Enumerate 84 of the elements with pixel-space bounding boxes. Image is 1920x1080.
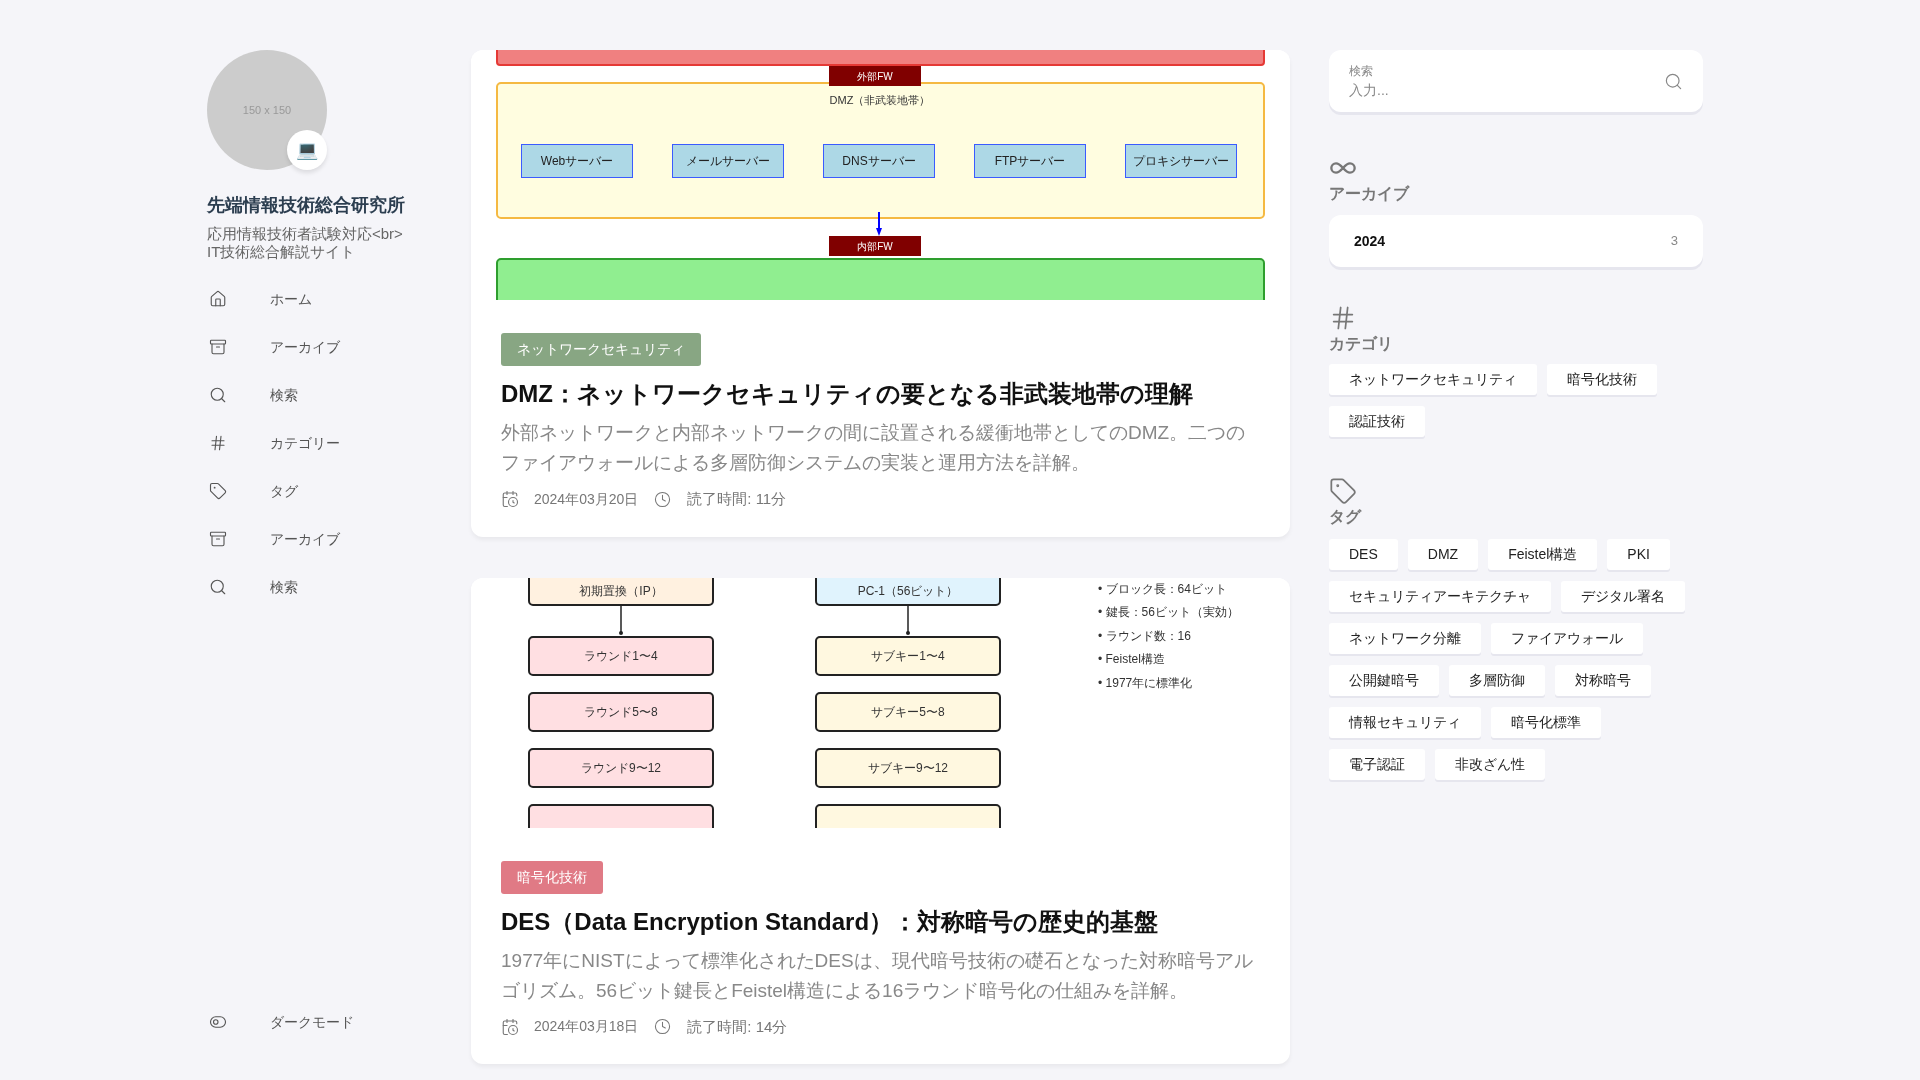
- note-text: • ラウンド数：16: [1098, 627, 1191, 645]
- calendar-icon: [501, 490, 519, 509]
- firewall-node: 外部FW: [829, 66, 921, 86]
- nav-link[interactable]: カテゴリー: [207, 419, 471, 467]
- tag-chip[interactable]: ネットワークセキュリティ: [1329, 364, 1537, 395]
- tag-chip[interactable]: 情報セキュリティ: [1329, 707, 1481, 738]
- flow-node: サブキー1〜4: [815, 635, 1001, 676]
- post-excerpt: 1977年にNISTによって標準化されたDESは、現代暗号技術の礎石となった対称暗号アルゴリズム。56ビット鍵長とFeistel構造による16ラウンド暗号化の仕組みを詳解。: [501, 948, 1254, 1003]
- zone-title: DMZ（非武装地帯）: [828, 93, 932, 108]
- tag-chip[interactable]: 非改ざん性: [1435, 749, 1545, 780]
- nav-link[interactable]: アーカイブ: [207, 323, 471, 371]
- note-text: • 鍵長：56ビット（実効）: [1098, 604, 1239, 621]
- read-time: 読了時間: 14分: [687, 1016, 788, 1037]
- arrow-icon: [876, 212, 882, 236]
- post-date: 2024年03月18日: [534, 1017, 639, 1037]
- flow-node: ラウンド1〜4: [528, 635, 714, 676]
- search-icon: [209, 386, 227, 404]
- note-text: • ブロック長：64ビット: [1098, 580, 1227, 598]
- arrow-icon: [617, 605, 625, 636]
- tag-chip[interactable]: 多層防御: [1449, 665, 1545, 696]
- calendar-icon: [501, 1017, 519, 1036]
- clock-icon: [654, 490, 672, 508]
- home-icon: [209, 290, 227, 308]
- flow-node: サブキー5〜8: [815, 691, 1001, 732]
- search-box[interactable]: 検索 入力...: [1329, 50, 1703, 112]
- tag-chip[interactable]: 認証技術: [1329, 406, 1425, 437]
- flow-node: ラウンド9〜12: [528, 747, 714, 788]
- search-icon: [209, 578, 227, 596]
- site-title: 先端情報技術総合研究所: [207, 194, 406, 217]
- tag-chip[interactable]: 対称暗号: [1555, 665, 1651, 696]
- tag-chip[interactable]: PKI: [1607, 539, 1670, 570]
- section-title: アーカイブ: [1329, 184, 1411, 204]
- firewall-node: 内部FW: [829, 236, 921, 256]
- archive-count: 3: [1670, 232, 1678, 251]
- tag-chip[interactable]: セキュリティアーキテクチャ: [1329, 581, 1551, 612]
- nav-link[interactable]: タグ: [207, 467, 471, 515]
- nav-link[interactable]: アーカイブ: [207, 515, 471, 563]
- tag-icon: [209, 482, 227, 500]
- server-node: メールサーバー: [672, 144, 784, 178]
- dark-mode-toggle[interactable]: ダークモード: [207, 998, 471, 1046]
- server-node: Webサーバー: [521, 144, 633, 178]
- server-node: FTPサーバー: [974, 144, 1086, 178]
- note-text: • Feistel構造: [1098, 651, 1165, 668]
- flow-node: ラウンド5〜8: [528, 691, 714, 732]
- server-node: プロキシサーバー: [1125, 144, 1237, 178]
- tag-chip[interactable]: DMZ: [1407, 539, 1479, 570]
- search-field[interactable]: 入力...: [1349, 79, 1664, 101]
- clock-icon: [654, 1018, 672, 1036]
- nav-link[interactable]: ホーム: [207, 275, 471, 323]
- tag-chip[interactable]: 暗号化標準: [1491, 707, 1601, 738]
- tag-chip[interactable]: デジタル署名: [1561, 581, 1685, 612]
- tag-chip[interactable]: 公開鍵暗号: [1329, 665, 1439, 696]
- archive-icon: [209, 530, 227, 548]
- nav-link[interactable]: 検索: [207, 563, 471, 611]
- post-title[interactable]: DES（Data Encryption Standard）：対称暗号の歴史的基盤: [501, 903, 1260, 940]
- flow-node: 初期置換（IP）: [528, 577, 714, 606]
- section-title: タグ: [1329, 507, 1363, 527]
- flow-node: サブキー9〜12: [815, 747, 1001, 788]
- section-title: カテゴリ: [1329, 334, 1394, 354]
- tag-chip[interactable]: Feistel構造: [1488, 539, 1598, 570]
- note-text: • 1977年に標準化: [1098, 674, 1193, 692]
- tag-chip[interactable]: DES: [1329, 539, 1398, 570]
- search-icon[interactable]: [1664, 71, 1683, 91]
- nav-link[interactable]: 検索: [207, 371, 471, 419]
- archive-year-item[interactable]: 2024 3: [1329, 215, 1703, 267]
- archive-icon: [209, 338, 227, 356]
- toggle-icon: [209, 1013, 227, 1031]
- tag-chip[interactable]: 暗号化技術: [1547, 364, 1657, 395]
- post-date: 2024年03月20日: [534, 489, 639, 509]
- site-subtitle: 応用情報技術者試験対応<br>IT技術総合解説サイト: [207, 225, 403, 261]
- read-time: 読了時間: 11分: [687, 489, 787, 509]
- tag-chip[interactable]: ファイアウォール: [1491, 623, 1643, 654]
- archive-year: 2024: [1354, 231, 1386, 251]
- tag-chip[interactable]: 電子認証: [1329, 749, 1425, 780]
- tag-chip[interactable]: ネットワーク分離: [1329, 623, 1481, 654]
- post-title[interactable]: DMZ：ネットワークセキュリティの要となる非武装地帯の理解: [501, 376, 1260, 412]
- arrow-icon: [904, 605, 912, 636]
- tag-icon: [1329, 477, 1357, 505]
- flow-node: PC-1（56ビット）: [815, 577, 1001, 606]
- search-label: 検索: [1349, 62, 1374, 80]
- server-node: DNSサーバー: [823, 144, 935, 178]
- post-excerpt: 外部ネットワークと内部ネットワークの間に設置される緩衝地帯としてのDMZ。二つのファイアウォールによる多層防御システムの実装と運用方法を詳解。: [501, 421, 1247, 475]
- laptop-badge: 💻: [287, 130, 327, 170]
- hash-icon: [209, 434, 227, 452]
